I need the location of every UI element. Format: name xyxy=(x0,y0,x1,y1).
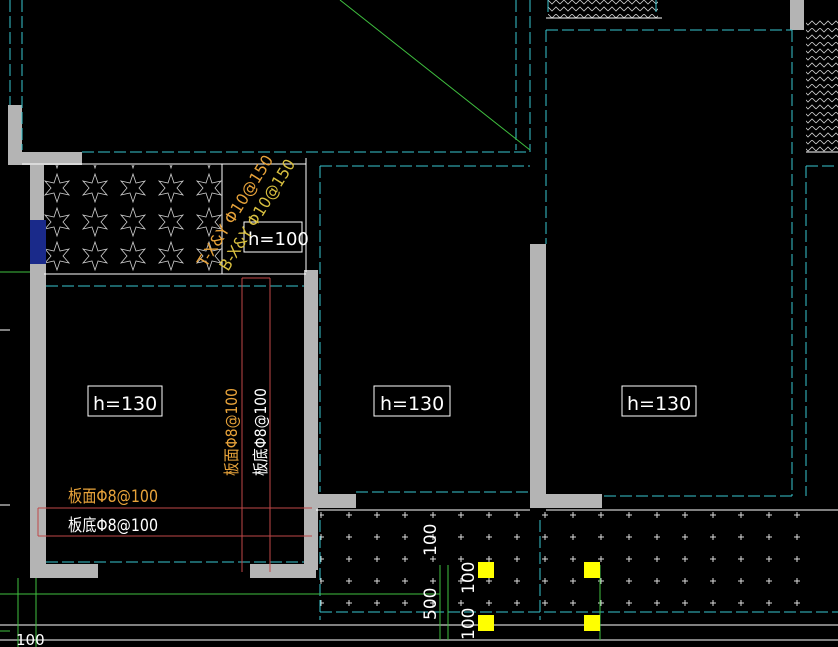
slab-bottom-rebar-vertical-label: 板底Φ8@100 xyxy=(251,388,270,476)
dim-text-100-left: 100 xyxy=(16,631,45,647)
slab-bottom-rebar-label: 板底Φ8@100 xyxy=(68,516,158,536)
cad-drawing-canvas: h=130 h=130 h=130 h=100 板面Φ8@100 板底Φ8@10… xyxy=(0,0,838,647)
dim-text-100-b: 100 xyxy=(459,562,479,594)
zigzag-hatch-right xyxy=(806,20,838,152)
zigzag-hatch-top xyxy=(548,0,658,18)
slab-thickness-label-1: h=130 xyxy=(93,393,157,415)
plus-hatch-area xyxy=(320,512,820,622)
dim-text-500: 500 xyxy=(421,588,441,620)
dim-text-100-c: 100 xyxy=(459,608,479,640)
dim-text-100-a: 100 xyxy=(421,524,441,556)
slab-thickness-label-3: h=130 xyxy=(627,393,691,415)
blue-wall-segment xyxy=(30,220,46,264)
slab-thickness-label-2: h=130 xyxy=(380,393,444,415)
slab-top-rebar-vertical-label: 板面Φ8@100 xyxy=(222,388,241,476)
slab-top-rebar-label: 板面Φ8@100 xyxy=(68,487,158,507)
